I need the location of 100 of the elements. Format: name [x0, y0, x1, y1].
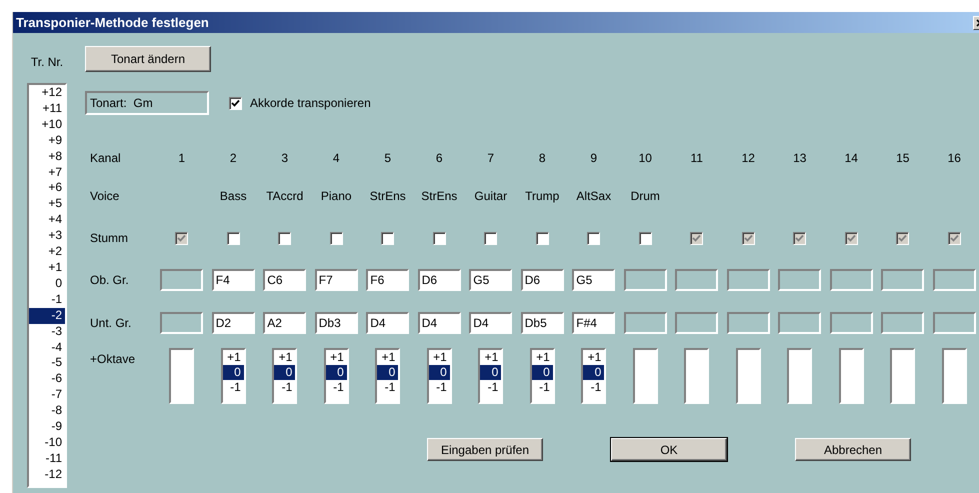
window-title: Transponier-Methode festlegen	[16, 14, 209, 32]
input-field[interactable]: D6	[520, 268, 564, 290]
channel-number: 1	[178, 150, 186, 167]
channel-number: 9	[590, 150, 598, 167]
channel-number: 8	[538, 150, 546, 167]
input-field[interactable]: F4	[212, 268, 255, 290]
list-item[interactable]: -1	[274, 380, 296, 395]
input-field[interactable]: D2	[212, 312, 255, 334]
input-field[interactable]: F7	[314, 268, 358, 290]
list-item[interactable]: 0	[326, 365, 347, 380]
list-item[interactable]: 0	[274, 365, 296, 380]
octave-list[interactable]: +1 0 -1	[272, 348, 298, 404]
input-field[interactable]: A2	[263, 312, 306, 334]
channel-number: 3	[281, 150, 288, 167]
octave-list[interactable]: +1 0 -1	[581, 348, 606, 404]
change-key-button[interactable]: Tonart ändern	[85, 46, 211, 72]
row-label: Voice	[90, 188, 120, 204]
list-item[interactable]: 0	[29, 276, 65, 292]
dialog-button[interactable]: Eingaben prüfen	[427, 438, 543, 461]
voice-name: TAccrd	[266, 188, 304, 204]
list-item[interactable]: +8	[29, 148, 65, 165]
voice-name: Bass	[220, 188, 247, 204]
octave-list[interactable]: +1 0 -1	[478, 348, 504, 404]
list-item[interactable]: 0	[480, 365, 502, 380]
list-item[interactable]: +3	[29, 228, 65, 244]
octave-list[interactable]: +1 0 -1	[426, 348, 452, 404]
list-item[interactable]: +12	[29, 85, 65, 101]
dialog-button[interactable]: OK	[611, 438, 727, 461]
input-field[interactable]: Db3	[314, 312, 358, 334]
list-item[interactable]: -1	[480, 380, 502, 395]
list-item[interactable]: +4	[29, 212, 65, 228]
list-item[interactable]: -9	[29, 419, 65, 435]
list-item[interactable]: +1	[428, 350, 450, 365]
list-item[interactable]: +1	[29, 260, 65, 276]
input-field[interactable]: F#4	[572, 312, 616, 334]
input-field[interactable]: Db5	[520, 312, 564, 334]
input-field[interactable]: G5	[572, 268, 616, 290]
channel-number: 11	[690, 150, 703, 167]
list-item[interactable]: +1	[377, 350, 398, 365]
list-item[interactable]: -6	[29, 371, 65, 388]
octave-list[interactable]: +1 0 -1	[324, 348, 349, 404]
octave-list[interactable]: +1 0 -1	[375, 348, 400, 404]
voice-name: AltSax	[576, 188, 612, 204]
list-item[interactable]: 0	[428, 365, 450, 380]
list-item[interactable]: -1	[377, 380, 398, 395]
list-item[interactable]: -8	[29, 403, 65, 420]
dialog-button[interactable]: Abbrechen	[795, 438, 911, 461]
input-field[interactable]: D6	[418, 268, 461, 290]
voice-name: Guitar	[474, 188, 508, 204]
list-item[interactable]: -5	[29, 355, 65, 372]
list-item[interactable]: +7	[29, 164, 65, 180]
list-item[interactable]: -1	[532, 380, 553, 395]
list-item[interactable]: -1	[583, 380, 604, 395]
list-item[interactable]: -10	[29, 434, 65, 451]
channel-number: 12	[742, 150, 755, 167]
list-item[interactable]: -1	[428, 380, 450, 395]
list-item[interactable]: +10	[29, 116, 65, 133]
list-item[interactable]: +1	[326, 350, 347, 365]
list-item[interactable]: -7	[29, 387, 65, 404]
input-field[interactable]: D4	[469, 312, 512, 334]
list-item[interactable]: 0	[222, 365, 244, 380]
octave-list[interactable]: +1 0 -1	[220, 348, 246, 404]
list-item[interactable]: +1	[532, 350, 553, 365]
list-item[interactable]: -11	[29, 450, 65, 467]
list-item[interactable]: -12	[29, 466, 65, 483]
list-item[interactable]: 0	[532, 365, 553, 380]
input-field[interactable]: D4	[418, 312, 461, 334]
list-item[interactable]: +5	[29, 196, 65, 212]
list-label: Tr. Nr.	[30, 54, 64, 71]
list-item[interactable]: 0	[583, 365, 604, 380]
row-label: +Oktave	[90, 351, 136, 368]
voice-name: StrEns	[370, 188, 406, 204]
list-item[interactable]: +9	[29, 132, 65, 149]
list-item[interactable]: -2	[29, 308, 65, 324]
input-field[interactable]: C6	[263, 268, 306, 290]
octave-list[interactable]: +1 0 -1	[530, 348, 555, 404]
channel-number: 4	[332, 150, 340, 167]
list-item[interactable]: -1	[326, 380, 347, 395]
list-item[interactable]: +1	[222, 350, 244, 365]
list-item[interactable]: +1	[583, 350, 604, 365]
voice-name: Trump	[525, 188, 560, 204]
list-item[interactable]: +1	[274, 350, 296, 365]
channel-number: 10	[638, 150, 652, 167]
input-field[interactable]: F6	[366, 268, 410, 290]
list-item[interactable]: -1	[29, 292, 65, 308]
channel-number: 5	[384, 150, 392, 167]
input-field[interactable]: G5	[469, 268, 512, 290]
input-field[interactable]: D4	[366, 312, 410, 334]
list-item[interactable]: -4	[29, 340, 65, 356]
voice-name: StrEns	[421, 188, 458, 204]
list-item[interactable]: +6	[29, 180, 65, 196]
list-item[interactable]: +2	[29, 244, 65, 260]
list-item[interactable]: 0	[377, 365, 398, 380]
channel-number: 14	[844, 150, 858, 167]
list-item[interactable]: +11	[29, 100, 65, 117]
transpose-list[interactable]: +12 +11 +10 +9 +8 +7 +6 +5 +4 +3 +2 +1 0 -1 -2 -3 -4 -5 -6 -7 -8 -9 -10 -11 -12	[27, 83, 67, 488]
list-item[interactable]: +1	[480, 350, 502, 365]
channel-number: 13	[793, 150, 806, 167]
list-item[interactable]: -3	[29, 324, 65, 340]
list-item[interactable]: -1	[222, 380, 244, 395]
